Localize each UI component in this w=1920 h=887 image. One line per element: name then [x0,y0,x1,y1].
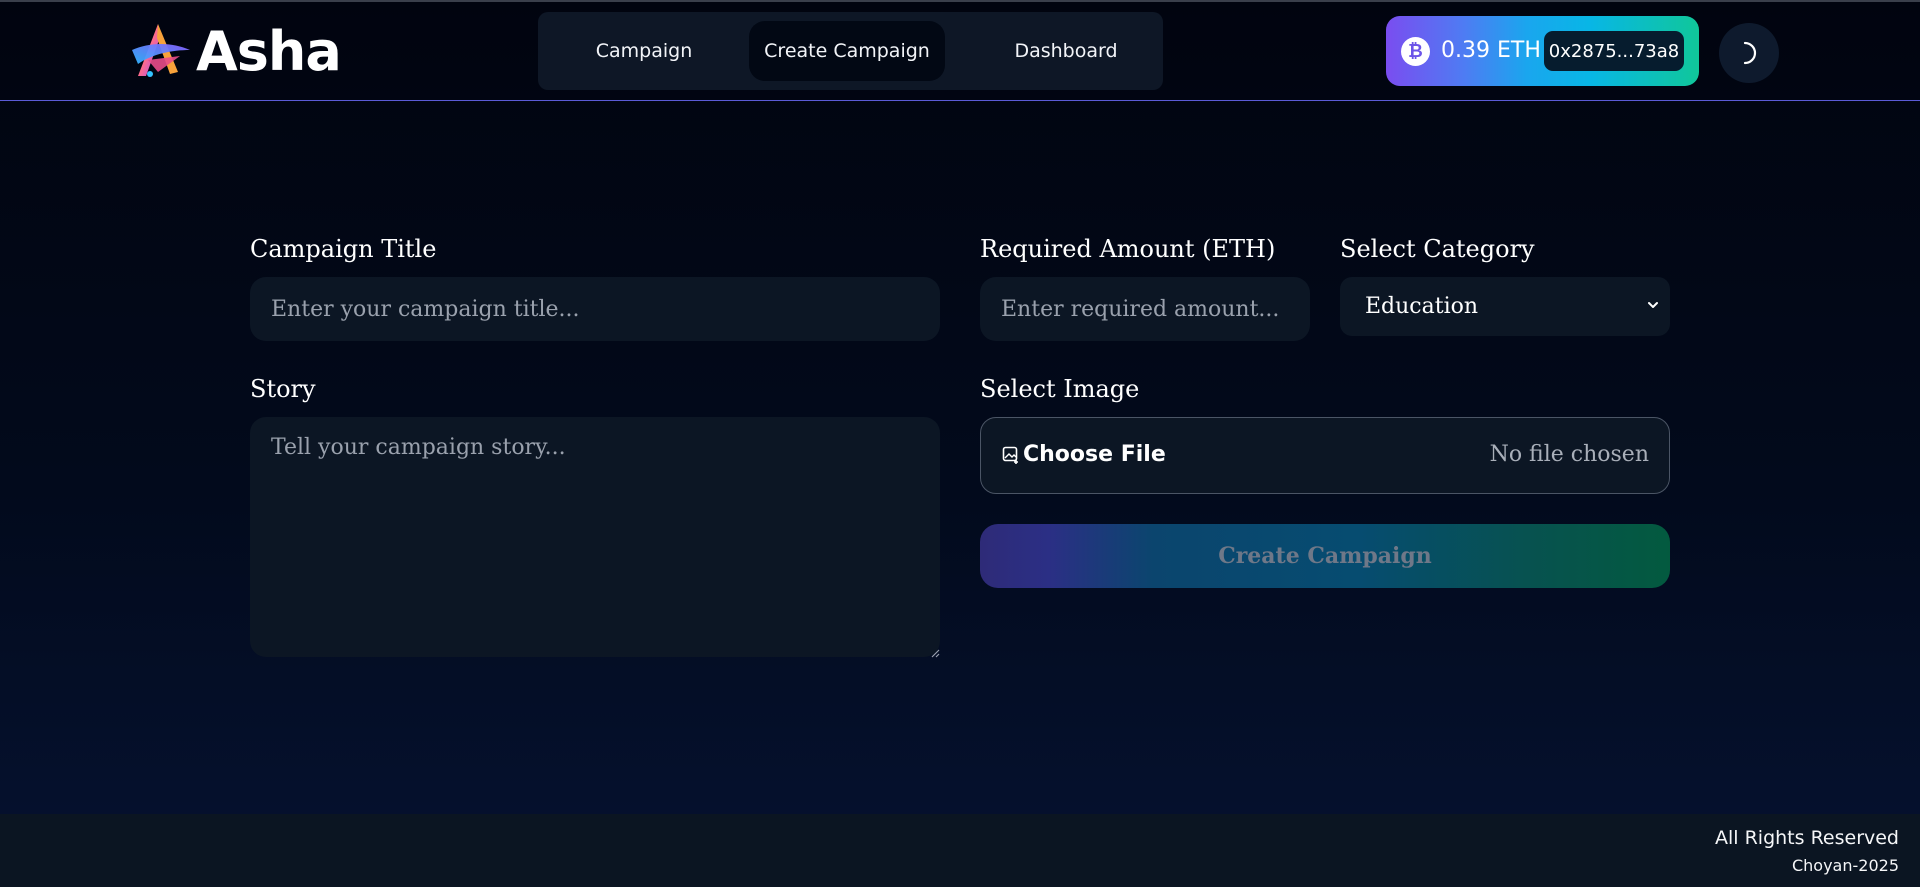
image-upload-icon [1002,446,1018,464]
story-label: Story [250,375,316,403]
brand-name: Asha [196,20,342,83]
main-nav: Campaign Create Campaign Dashboard [538,12,1163,90]
file-status-text: No file chosen [1489,442,1649,467]
select-image-label: Select Image [980,375,1140,403]
image-file-input[interactable]: Choose File No file chosen [980,417,1670,494]
select-category-label: Select Category [1340,235,1535,263]
nav-item-campaign[interactable]: Campaign [574,21,714,81]
campaign-title-label: Campaign Title [250,235,437,263]
wallet-address[interactable]: 0x2875...73a8 [1544,31,1684,71]
footer-credit: Choyan-2025 [1791,856,1899,875]
category-select[interactable]: Education [1340,277,1670,336]
choose-file-button[interactable]: Choose File [1002,442,1166,467]
category-select-value: Education [1365,294,1479,319]
chevron-down-icon [1648,302,1658,308]
brand-logo[interactable]: Asha [128,20,342,84]
theme-toggle-button[interactable] [1719,23,1779,83]
top-header: Asha Campaign Create Campaign Dashboard … [0,2,1920,101]
required-amount-input[interactable] [980,277,1310,341]
story-textarea[interactable] [250,417,940,657]
page-footer: All Rights Reserved Choyan-2025 [0,814,1920,887]
moon-icon [1743,41,1757,65]
bitcoin-icon: ₿ [1401,37,1430,66]
required-amount-label: Required Amount (ETH) [980,235,1276,263]
wallet-balance: 0.39 ETH [1441,38,1541,63]
nav-item-dashboard[interactable]: Dashboard [982,21,1150,81]
nav-item-create-campaign[interactable]: Create Campaign [749,21,945,81]
star-logo-icon [132,24,190,77]
resize-grip-icon[interactable] [928,646,940,658]
campaign-title-input[interactable] [250,277,940,341]
create-campaign-button[interactable]: Create Campaign [980,524,1670,588]
choose-file-label: Choose File [1023,442,1166,467]
wallet-widget[interactable]: ₿ 0.39 ETH 0x2875...73a8 [1386,16,1699,86]
footer-rights: All Rights Reserved [1715,827,1899,849]
